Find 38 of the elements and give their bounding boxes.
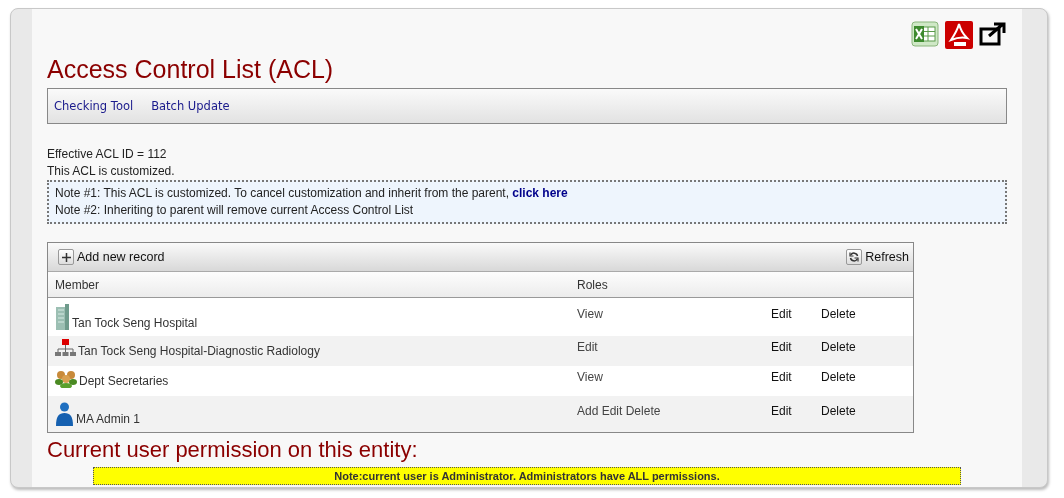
org-chart-icon xyxy=(55,339,76,358)
building-icon xyxy=(55,304,70,330)
member-cell: Tan Tock Seng Hospital xyxy=(72,316,198,330)
roles-cell-text: Add Edit Delete xyxy=(577,404,662,418)
column-header-cell-text: Roles xyxy=(577,277,609,292)
add-record-button[interactable]: Add new record xyxy=(58,249,165,265)
people-icon xyxy=(55,370,77,388)
edit-link[interactable]: Edit xyxy=(771,370,792,384)
edit-link[interactable]: Edit xyxy=(771,307,792,321)
member-cell: Dept Secretaries xyxy=(79,374,169,388)
info-text: This ACL is customized. xyxy=(47,163,176,180)
person-icon xyxy=(55,402,74,426)
permission-note: Note:current user is Administrator. Administrators have ALL permissions. xyxy=(93,467,961,485)
edit-link[interactable]: Edit xyxy=(771,340,792,354)
plus-icon xyxy=(61,252,71,262)
pdf-icon[interactable] xyxy=(945,21,973,49)
delete-link[interactable]: Delete xyxy=(821,307,856,321)
column-header-cell-text: Member xyxy=(54,277,100,292)
info-text: Effective ACL ID = 112 xyxy=(47,146,168,163)
roles-cell-text: View xyxy=(577,307,604,321)
external-link-icon[interactable] xyxy=(979,21,1007,47)
toolbar-link[interactable]: Checking Tool xyxy=(54,99,134,113)
note-text: Note #1: This ACL is customized. To cancel customization and inherit from the parent, click here xyxy=(55,185,569,202)
refresh-icon xyxy=(849,252,860,262)
roles-cell-text: Edit xyxy=(577,340,599,354)
refresh-button[interactable]: Refresh xyxy=(846,249,909,265)
delete-link[interactable]: Delete xyxy=(821,340,856,354)
toolbar-link[interactable]: Batch Update xyxy=(151,99,230,113)
spreadsheet-icon[interactable] xyxy=(911,21,939,47)
note-text: Note #2: Inheriting to parent will remove current Access Control List xyxy=(55,202,415,219)
member-cell: MA Admin 1 xyxy=(76,412,141,426)
page-title: Access Control List (ACL) xyxy=(47,55,335,84)
edit-link[interactable]: Edit xyxy=(771,404,792,418)
delete-link[interactable]: Delete xyxy=(821,370,856,384)
delete-link[interactable]: Delete xyxy=(821,404,856,418)
section-heading: Current user permission on this entity: xyxy=(47,437,419,463)
member-cell: Tan Tock Seng Hospital-Diagnostic Radiology xyxy=(78,344,320,358)
roles-cell-text: View xyxy=(577,370,604,384)
